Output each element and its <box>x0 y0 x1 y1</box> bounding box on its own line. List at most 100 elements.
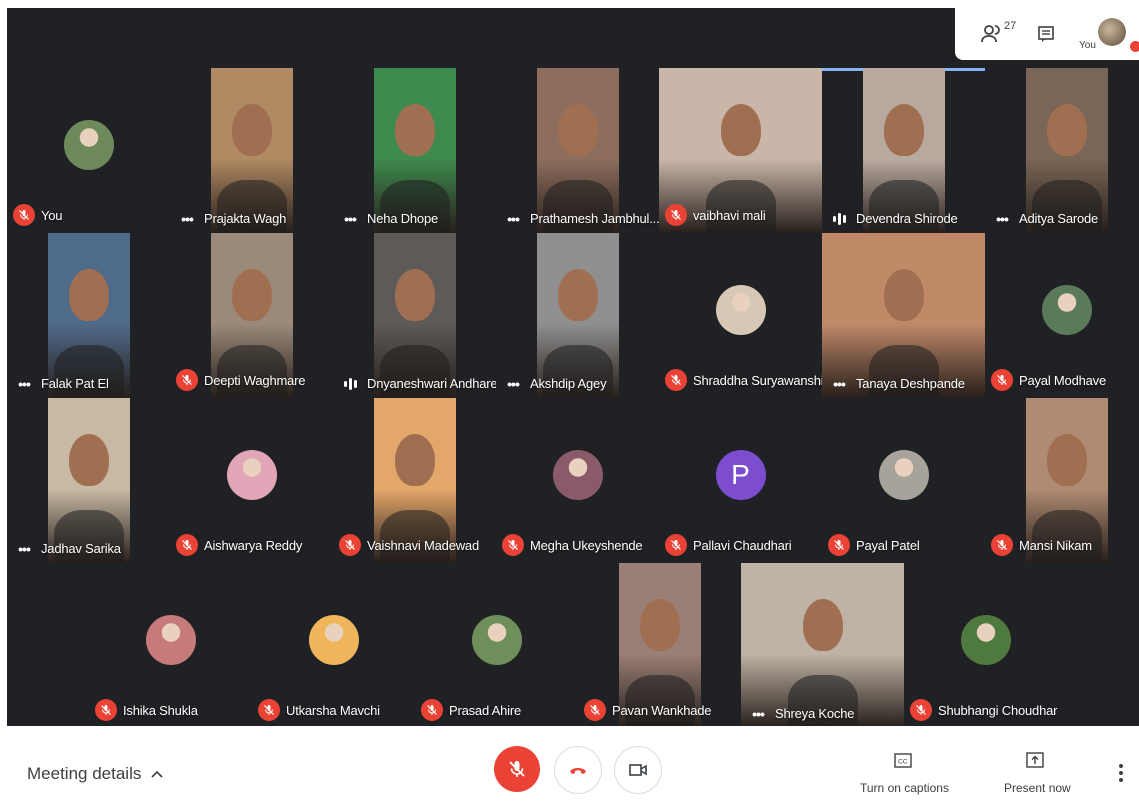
face-shape <box>883 104 924 156</box>
participant-name: Pavan Wankhade <box>612 702 712 718</box>
participant-tile[interactable]: Ishika Shukla <box>89 563 252 728</box>
people-button[interactable]: 27 <box>975 8 1016 60</box>
participant-tile[interactable]: ••• Falak Pat El <box>7 233 170 398</box>
participant-tile[interactable]: ••• Tanaya Deshpande <box>822 233 985 398</box>
participant-tile[interactable]: Utkarsha Mavchi <box>252 563 415 728</box>
mic-toggle-button[interactable] <box>494 746 540 792</box>
participant-tile[interactable]: Payal Patel <box>822 398 985 563</box>
camera-toggle-button[interactable] <box>614 746 662 794</box>
participant-tile[interactable]: Deepti Waghmare <box>170 233 333 398</box>
mic-off-icon <box>834 540 844 550</box>
participant-tile[interactable]: Megha Ukeyshende <box>496 398 659 563</box>
mic-off-icon <box>182 375 192 385</box>
participant-namebar: Devendra Shirode <box>828 211 958 226</box>
participant-tile[interactable]: ••• Akshdip Agey <box>496 233 659 398</box>
participant-namebar: You <box>13 204 63 226</box>
mic-off-icon <box>665 204 687 226</box>
chat-button[interactable] <box>1031 8 1061 60</box>
face-shape <box>394 104 435 156</box>
participant-avatar <box>226 450 277 500</box>
participant-tile[interactable]: P Pallavi Chaudhari <box>659 398 822 563</box>
participant-tile[interactable]: Mansi Nikam <box>985 398 1139 563</box>
participant-name: Payal Modhave <box>1019 372 1107 388</box>
mic-off-icon <box>339 534 361 556</box>
mic-off-icon <box>182 540 192 550</box>
more-dots-icon[interactable]: ••• <box>502 377 524 391</box>
participant-tile[interactable]: ••• Aditya Sarode <box>985 68 1139 233</box>
participant-namebar: Deepti Waghmare <box>176 369 305 391</box>
participant-avatar <box>1041 285 1092 335</box>
participant-namebar: ••• Tanaya Deshpande <box>828 376 965 391</box>
participant-name: Devendra Shirode <box>856 211 958 226</box>
more-dots-icon[interactable]: ••• <box>339 212 361 226</box>
participant-name: Megha Ukeyshende <box>530 537 643 553</box>
mic-off-icon <box>508 540 518 550</box>
present-screen-icon <box>1026 752 1044 768</box>
mic-off-icon <box>264 705 274 715</box>
participant-tile[interactable]: Devendra Shirode <box>822 68 985 233</box>
participant-tile[interactable]: Aishwarya Reddy <box>170 398 333 563</box>
face-shape <box>68 434 109 486</box>
mic-off-icon <box>176 369 198 391</box>
mic-off-icon <box>101 705 111 715</box>
camera-icon <box>629 764 647 776</box>
face-shape <box>394 434 435 486</box>
participant-tile[interactable]: ••• Jadhav Sarika <box>7 398 170 563</box>
participant-tile[interactable]: Payal Modhave <box>985 233 1139 398</box>
mic-off-icon <box>584 699 606 721</box>
mic-off-icon <box>590 705 600 715</box>
participant-tile[interactable]: Vaishnavi Madewad <box>333 398 496 563</box>
mic-off-icon <box>421 699 443 721</box>
participant-namebar: ••• Aditya Sarode <box>991 211 1098 226</box>
captions-label[interactable]: Turn on captions <box>860 781 949 795</box>
present-button[interactable] <box>1025 751 1045 769</box>
participant-namebar: Payal Modhave <box>991 369 1106 391</box>
participant-video <box>862 68 945 233</box>
mic-off-icon <box>13 204 35 226</box>
participant-namebar: vaibhavi mali <box>665 204 766 226</box>
leave-call-button[interactable] <box>554 746 602 794</box>
meeting-details-button[interactable]: Meeting details <box>27 764 163 784</box>
participant-tile[interactable]: vaibhavi mali <box>659 68 822 233</box>
more-dots-icon[interactable]: ••• <box>502 212 524 226</box>
more-dots-icon[interactable]: ••• <box>13 377 35 391</box>
face-shape <box>394 269 435 321</box>
participant-name: Shraddha Suryawanshi <box>693 372 822 388</box>
more-dots-icon[interactable]: ••• <box>747 707 769 721</box>
participant-namebar: ••• Falak Pat El <box>13 376 109 391</box>
participant-namebar: Vaishnavi Madewad <box>339 534 479 556</box>
self-avatar[interactable] <box>1098 18 1126 46</box>
participant-video <box>741 563 904 728</box>
mic-off-icon <box>997 540 1007 550</box>
participant-tile[interactable]: Dnyaneshwari Andhare <box>333 233 496 398</box>
participant-tile[interactable]: ••• Prajakta Wagh <box>170 68 333 233</box>
present-label[interactable]: Present now <box>1004 781 1071 795</box>
more-dots-icon[interactable]: ••• <box>828 377 850 391</box>
participant-name: Utkarsha Mavchi <box>286 702 380 718</box>
participant-tile[interactable]: Pavan Wankhade <box>578 563 741 728</box>
mic-off-icon <box>997 375 1007 385</box>
participant-avatar <box>308 615 359 665</box>
face-shape <box>883 269 924 321</box>
participant-video <box>822 233 985 398</box>
more-dots-icon[interactable]: ••• <box>13 542 35 556</box>
participant-avatar <box>145 615 196 665</box>
participant-tile[interactable]: ••• Neha Dhope <box>333 68 496 233</box>
participant-tile[interactable]: Shubhangi Choudhar <box>904 563 1067 728</box>
participant-name: Dnyaneshwari Andhare <box>367 376 496 391</box>
face-shape <box>1046 104 1087 156</box>
participant-tile[interactable]: ••• Shreya Koche <box>741 563 904 728</box>
participant-tile[interactable]: You <box>7 68 170 233</box>
participant-name: Akshdip Agey <box>530 376 607 391</box>
mic-off-icon <box>665 369 687 391</box>
captions-button[interactable]: CC <box>893 751 913 769</box>
more-dots-icon[interactable]: ••• <box>991 212 1013 226</box>
participant-name: Pallavi Chaudhari <box>693 537 792 553</box>
speaking-indicator-icon <box>828 212 850 225</box>
participant-tile[interactable]: Prasad Ahire <box>415 563 578 728</box>
participant-namebar: Aishwarya Reddy <box>176 534 302 556</box>
more-dots-icon[interactable]: ••• <box>176 212 198 226</box>
more-options-button[interactable] <box>1119 764 1123 782</box>
participant-tile[interactable]: ••• Prathamesh Jambhul... <box>496 68 659 233</box>
participant-tile[interactable]: Shraddha Suryawanshi <box>659 233 822 398</box>
